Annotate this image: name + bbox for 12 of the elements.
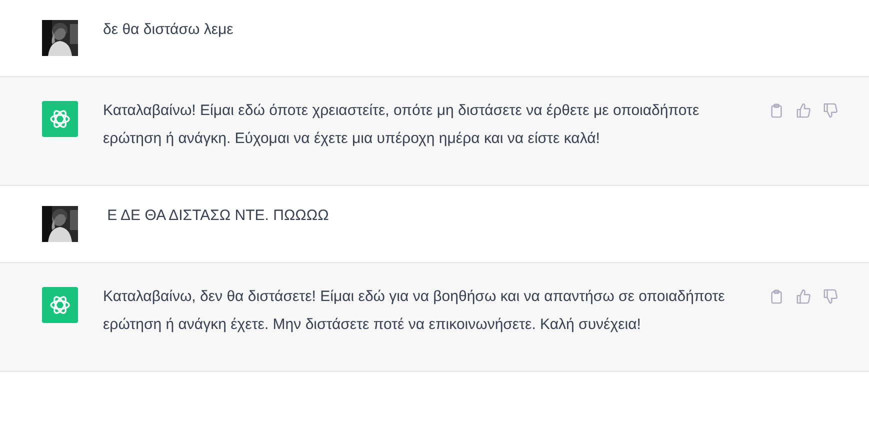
assistant-logo-icon (42, 287, 78, 323)
assistant-message: Καταλαβαίνω! Είμαι εδώ όποτε χρειαστείτε, οπότε μη διστάσετε να έρθετε με οποιαδήποτε ερώτηση ή ανάγκη. Εύχομαι να έχετε μια υπέροχη ημέρα και να είστε καλά! (103, 101, 700, 149)
assistant-logo-icon (42, 101, 78, 137)
user-message: δε θα διστάσω λεμε (103, 20, 234, 40)
thumbs-down-icon[interactable] (823, 103, 838, 118)
thumbs-up-icon[interactable] (796, 103, 811, 118)
clipboard-icon[interactable] (769, 289, 784, 304)
thumbs-up-icon[interactable] (796, 289, 811, 304)
clipboard-icon[interactable] (769, 103, 784, 118)
thumbs-down-icon[interactable] (823, 289, 838, 304)
assistant-message: Καταλαβαίνω, δεν θα διστάσετε! Είμαι εδώ για να βοηθήσω και να απαντήσω σε οποιαδήποτε ερώτηση ή ανάγκη έχετε. Μην διστάσετε ποτέ να επικοινωνήσετε. Καλή συνέχεια! (103, 287, 726, 335)
user-message: Ε ΔΕ ΘΑ ΔΙΣΤΑΣΩ ΝΤΕ. ΠΩΩΩΩ (106, 206, 330, 226)
